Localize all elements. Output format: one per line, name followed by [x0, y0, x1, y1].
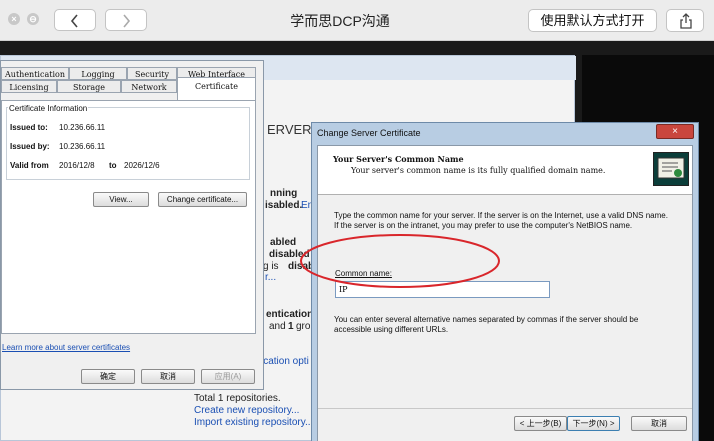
wizard-page: Your Server's Common Name Your server's … [317, 145, 693, 441]
screenshot-content: hos hos ERVER nning isabled. En abled di… [0, 41, 714, 441]
tab-storage[interactable]: Storage [57, 80, 121, 93]
apply-button[interactable]: 应用(A) [201, 369, 255, 384]
status-text: 1 [288, 321, 294, 332]
issued-to-label: Issued to: [10, 123, 48, 132]
dialog-close-button[interactable]: × [656, 124, 694, 139]
repositories-count: Total 1 repositories. [194, 393, 281, 404]
close-icon: × [11, 14, 17, 24]
tab-licensing[interactable]: Licensing [1, 80, 57, 93]
section-heading: ERVER [267, 122, 312, 137]
tab-authentication[interactable]: Authentication [1, 67, 69, 80]
tab-certificate[interactable]: Certificate [177, 77, 256, 101]
status-text: abled [270, 237, 297, 248]
group-title: Certificate Information [8, 104, 89, 113]
dialog-title: Change Server Certificate [317, 128, 421, 138]
view-certificate-button[interactable]: View... [93, 192, 149, 207]
cancel-button[interactable]: 取消 [141, 369, 195, 384]
valid-from-value: 2016/12/8 [59, 161, 95, 170]
wizard-subheading: Your server's common name is its fully q… [351, 166, 606, 175]
valid-from-label: Valid from [10, 161, 49, 170]
authentication-options-link[interactable]: ication opti [261, 356, 309, 367]
settings-link[interactable]: r... [265, 272, 276, 283]
status-text: and [269, 321, 286, 332]
forward-button[interactable] [105, 9, 147, 31]
share-icon [680, 13, 692, 29]
status-text: entication [266, 309, 314, 320]
wizard-heading: Your Server's Common Name [333, 154, 464, 164]
status-text: g is [263, 261, 279, 272]
status-text: isabled. [265, 200, 303, 211]
change-certificate-button[interactable]: Change certificate... [158, 192, 247, 207]
issued-to-value: 10.236.66.11 [59, 123, 106, 132]
status-text: nning [270, 188, 298, 199]
ok-button[interactable]: 确定 [81, 369, 135, 384]
minimize-icon: ⊖ [29, 14, 37, 24]
alternative-names-hint: You can enter several alternative names … [334, 315, 639, 334]
highlight-annotation [300, 234, 500, 288]
tab-security[interactable]: Security [127, 67, 177, 80]
tab-network[interactable]: Network [121, 80, 177, 93]
back-step-button[interactable]: < 上一步(B) [514, 416, 567, 431]
dialog-titlebar: Change Server Certificate × [312, 123, 698, 145]
wizard-separator [318, 408, 692, 409]
issued-by-value: 10.236.66.11 [59, 142, 106, 151]
next-step-button[interactable]: 下一步(N) > [567, 416, 620, 431]
minimize-window-button[interactable]: ⊖ [27, 13, 39, 25]
viewer-toolbar: × ⊖ 学而思DCP沟通 使用默认方式打开 [0, 0, 714, 41]
issued-by-label: Issued by: [10, 142, 50, 151]
window-title: 学而思DCP沟通 [290, 13, 390, 29]
wizard-description: Type the common name for your server. If… [334, 211, 668, 230]
chevron-right-icon [123, 14, 131, 28]
close-icon: × [672, 126, 678, 137]
valid-to-value: 2026/12/6 [124, 161, 160, 170]
certificate-icon [653, 152, 689, 186]
import-repository-link[interactable]: Import existing repository... [194, 417, 313, 428]
create-repository-link[interactable]: Create new repository... [194, 405, 299, 416]
wizard-cancel-button[interactable]: 取消 [631, 416, 687, 431]
learn-more-link[interactable]: Learn more about server certificates [2, 343, 130, 352]
server-properties-dialog: Authentication Logging Security Web Inte… [0, 60, 264, 390]
certificate-tab-panel: Certificate Information Issued to: 10.23… [1, 100, 256, 352]
chevron-left-icon [70, 14, 78, 28]
tab-logging[interactable]: Logging [69, 67, 127, 80]
wizard-header: Your Server's Common Name Your server's … [318, 146, 692, 195]
valid-to-label: to [109, 161, 117, 170]
back-button[interactable] [54, 9, 96, 31]
share-button[interactable] [666, 9, 704, 32]
close-window-button[interactable]: × [8, 13, 20, 25]
open-with-default-button[interactable]: 使用默认方式打开 [528, 9, 657, 32]
